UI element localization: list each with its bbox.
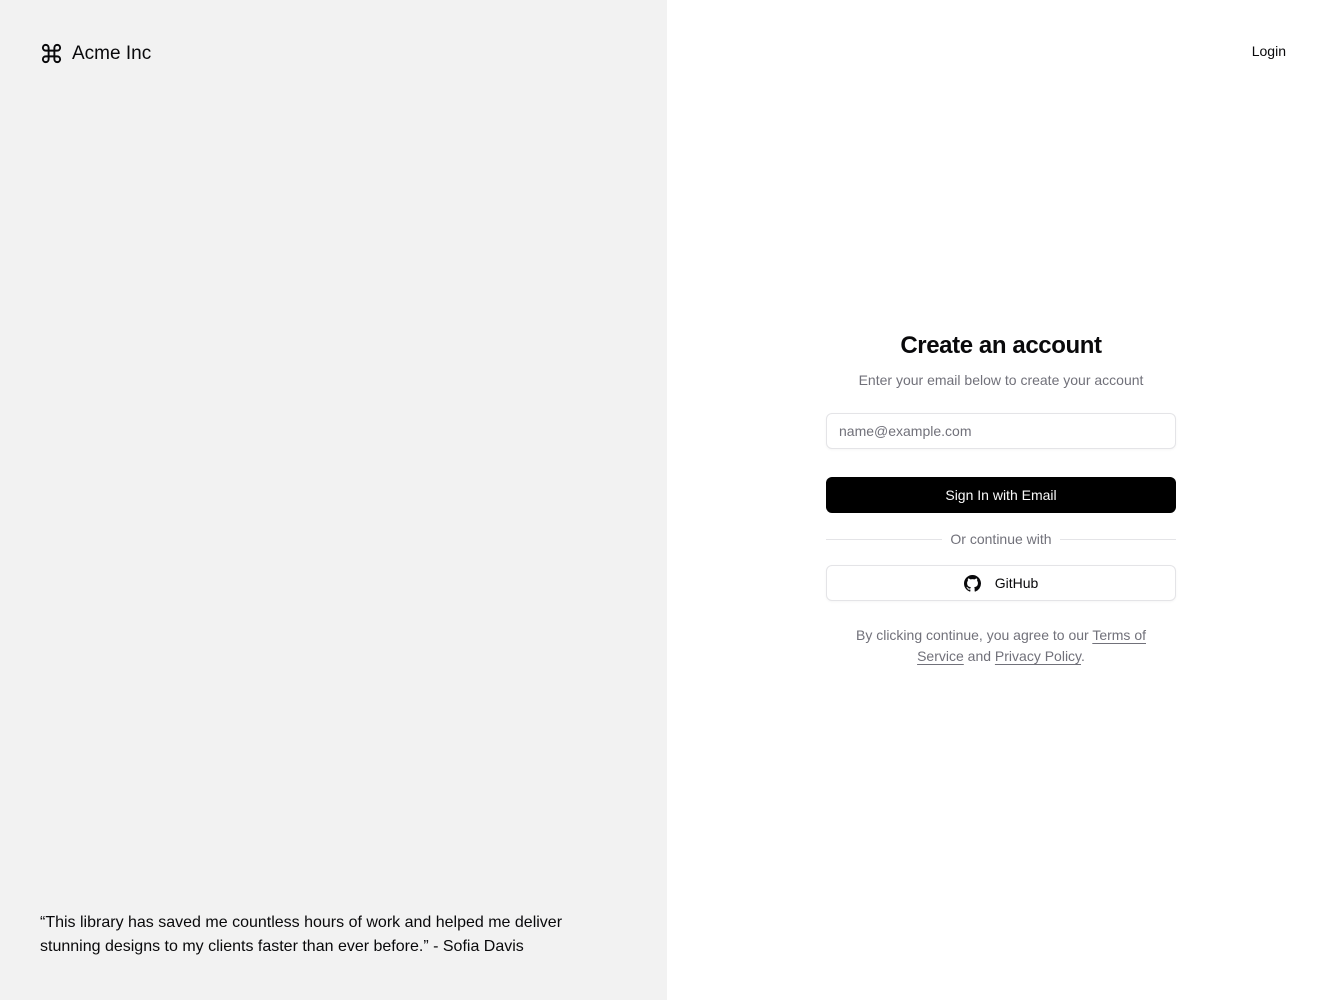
brand-name: Acme Inc <box>72 42 152 64</box>
signup-form: Create an account Enter your email below… <box>826 330 1177 667</box>
divider-line-left <box>826 538 943 540</box>
command-icon <box>40 42 63 65</box>
github-button[interactable]: GitHub <box>826 565 1176 601</box>
brand-panel: Acme Inc “This library has saved me coun… <box>0 0 667 1000</box>
testimonial-quote: “This library has saved me countless hou… <box>40 914 563 955</box>
page-subtitle: Enter your email below to create your ac… <box>858 372 1144 388</box>
login-link[interactable]: Login <box>1252 41 1286 61</box>
page: Acme Inc “This library has saved me coun… <box>0 0 1334 1000</box>
privacy-policy-link[interactable]: Privacy Policy <box>995 648 1081 664</box>
github-icon <box>963 574 981 592</box>
auth-panel: Login Create an account Enter your email… <box>667 0 1334 1000</box>
divider: Or continue with <box>826 531 1177 547</box>
sign-in-email-button[interactable]: Sign In with Email <box>826 477 1176 513</box>
email-field[interactable] <box>826 413 1176 449</box>
legal-prefix: By clicking continue, you agree to our <box>855 627 1093 643</box>
legal-middle: and <box>963 648 995 664</box>
legal-notice: By clicking continue, you agree to our T… <box>846 625 1156 667</box>
page-title: Create an account <box>900 332 1102 359</box>
brand-logo: Acme Inc <box>40 42 151 65</box>
divider-label: Or continue with <box>950 531 1052 547</box>
legal-suffix: . <box>1081 648 1085 664</box>
divider-line-right <box>1059 538 1177 540</box>
github-button-label: GitHub <box>994 575 1039 591</box>
